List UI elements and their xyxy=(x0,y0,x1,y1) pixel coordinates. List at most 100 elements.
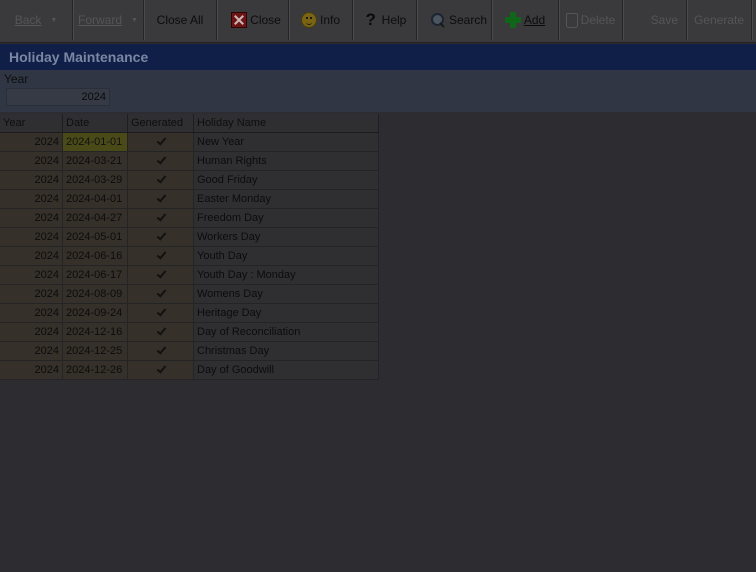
holiday-grid: Year Date Generated Holiday Name 2024 202… xyxy=(0,114,379,380)
holiday-name-cell[interactable]: Good Friday xyxy=(194,171,379,189)
help-button[interactable]: ? Help xyxy=(353,0,416,40)
year-cell[interactable]: 2024 xyxy=(0,133,63,151)
generated-cell[interactable] xyxy=(128,361,194,379)
date-cell[interactable]: 2024-04-01 xyxy=(63,190,128,208)
table-row[interactable]: 2024 2024-06-16 Youth Day xyxy=(0,247,379,266)
generated-cell[interactable] xyxy=(128,228,194,246)
column-header-holiday-name[interactable]: Holiday Name xyxy=(194,114,379,132)
generated-cell[interactable] xyxy=(128,342,194,360)
year-cell[interactable]: 2024 xyxy=(0,361,63,379)
date-cell[interactable]: 2024-03-21 xyxy=(63,152,128,170)
forward-button[interactable]: Forward ▼ xyxy=(73,0,143,40)
table-row[interactable]: 2024 2024-12-16 Day of Reconciliation xyxy=(0,323,379,342)
date-cell[interactable]: 2024-12-26 xyxy=(63,361,128,379)
generated-cell[interactable] xyxy=(128,133,194,151)
table-row[interactable]: 2024 2024-12-25 Christmas Day xyxy=(0,342,379,361)
date-cell[interactable]: 2024-12-25 xyxy=(63,342,128,360)
table-row[interactable]: 2024 2024-03-29 Good Friday xyxy=(0,171,379,190)
holiday-name-cell[interactable]: New Year xyxy=(194,133,379,151)
generated-cell[interactable] xyxy=(128,171,194,189)
date-cell[interactable]: 2024-08-09 xyxy=(63,285,128,303)
save-button[interactable]: Save xyxy=(623,0,686,40)
column-header-date[interactable]: Date xyxy=(63,114,128,132)
generated-cell[interactable] xyxy=(128,285,194,303)
holiday-name-cell[interactable]: Day of Goodwill xyxy=(194,361,379,379)
checkmark-icon[interactable] xyxy=(156,212,166,222)
year-cell[interactable]: 2024 xyxy=(0,228,63,246)
generated-cell[interactable] xyxy=(128,323,194,341)
holiday-name-cell[interactable]: Youth Day : Monday xyxy=(194,266,379,284)
checkmark-icon[interactable] xyxy=(156,269,166,279)
checkmark-icon[interactable] xyxy=(156,364,166,374)
checkmark-icon[interactable] xyxy=(156,250,166,260)
generated-cell[interactable] xyxy=(128,266,194,284)
checkmark-icon[interactable] xyxy=(156,193,166,203)
date-cell[interactable]: 2024-06-17 xyxy=(63,266,128,284)
date-cell[interactable]: 2024-01-01 xyxy=(63,133,128,151)
checkmark-icon[interactable] xyxy=(156,288,166,298)
info-button[interactable]: Info xyxy=(289,0,352,40)
holiday-name-cell[interactable]: Human Rights xyxy=(194,152,379,170)
year-cell[interactable]: 2024 xyxy=(0,342,63,360)
generated-cell[interactable] xyxy=(128,190,194,208)
year-cell[interactable]: 2024 xyxy=(0,266,63,284)
generate-button[interactable]: Generate xyxy=(687,0,751,40)
checkmark-icon[interactable] xyxy=(156,155,166,165)
date-cell[interactable]: 2024-06-16 xyxy=(63,247,128,265)
date-cell[interactable]: 2024-12-16 xyxy=(63,323,128,341)
close-button[interactable]: Close xyxy=(224,0,288,40)
year-cell[interactable]: 2024 xyxy=(0,152,63,170)
checkmark-icon[interactable] xyxy=(156,307,166,317)
checkmark-icon[interactable] xyxy=(156,345,166,355)
holiday-name-cell[interactable]: Womens Day xyxy=(194,285,379,303)
holiday-name-cell[interactable]: Workers Day xyxy=(194,228,379,246)
add-icon xyxy=(504,12,521,28)
checkmark-icon[interactable] xyxy=(156,231,166,241)
generated-cell[interactable] xyxy=(128,304,194,322)
holiday-name-cell[interactable]: Youth Day xyxy=(194,247,379,265)
table-row[interactable]: 2024 2024-08-09 Womens Day xyxy=(0,285,379,304)
forward-dropdown-icon[interactable]: ▼ xyxy=(131,17,138,24)
search-button[interactable]: Search xyxy=(426,0,491,40)
year-cell[interactable]: 2024 xyxy=(0,209,63,227)
holiday-name-cell[interactable]: Freedom Day xyxy=(194,209,379,227)
table-row[interactable]: 2024 2024-09-24 Heritage Day xyxy=(0,304,379,323)
info-icon xyxy=(300,12,317,28)
column-header-generated[interactable]: Generated xyxy=(128,114,194,132)
generated-cell[interactable] xyxy=(128,247,194,265)
year-cell[interactable]: 2024 xyxy=(0,171,63,189)
table-row[interactable]: 2024 2024-06-17 Youth Day : Monday xyxy=(0,266,379,285)
close-icon xyxy=(231,12,248,28)
back-button[interactable]: Back ▼ xyxy=(0,0,72,40)
table-row[interactable]: 2024 2024-04-27 Freedom Day xyxy=(0,209,379,228)
year-cell[interactable]: 2024 xyxy=(0,304,63,322)
checkmark-icon[interactable] xyxy=(156,326,166,336)
table-row[interactable]: 2024 2024-04-01 Easter Monday xyxy=(0,190,379,209)
year-cell[interactable]: 2024 xyxy=(0,247,63,265)
checkmark-icon[interactable] xyxy=(156,136,166,146)
holiday-name-cell[interactable]: Day of Reconciliation xyxy=(194,323,379,341)
holiday-name-cell[interactable]: Easter Monday xyxy=(194,190,379,208)
year-cell[interactable]: 2024 xyxy=(0,285,63,303)
column-header-year[interactable]: Year xyxy=(0,114,63,132)
close-all-button[interactable]: Close All xyxy=(144,0,216,40)
table-row[interactable]: 2024 2024-03-21 Human Rights xyxy=(0,152,379,171)
date-cell[interactable]: 2024-04-27 xyxy=(63,209,128,227)
year-filter-input[interactable]: 2024 xyxy=(6,88,110,106)
date-cell[interactable]: 2024-05-01 xyxy=(63,228,128,246)
delete-button[interactable]: Delete xyxy=(559,0,622,40)
holiday-name-cell[interactable]: Heritage Day xyxy=(194,304,379,322)
table-row[interactable]: 2024 2024-05-01 Workers Day xyxy=(0,228,379,247)
checkmark-icon[interactable] xyxy=(156,174,166,184)
year-cell[interactable]: 2024 xyxy=(0,323,63,341)
table-row[interactable]: 2024 2024-12-26 Day of Goodwill xyxy=(0,361,379,380)
back-dropdown-icon[interactable]: ▼ xyxy=(50,17,57,24)
date-cell[interactable]: 2024-03-29 xyxy=(63,171,128,189)
year-cell[interactable]: 2024 xyxy=(0,190,63,208)
add-button[interactable]: Add xyxy=(492,0,558,40)
generated-cell[interactable] xyxy=(128,152,194,170)
date-cell[interactable]: 2024-09-24 xyxy=(63,304,128,322)
generated-cell[interactable] xyxy=(128,209,194,227)
holiday-name-cell[interactable]: Christmas Day xyxy=(194,342,379,360)
table-row[interactable]: 2024 2024-01-01 New Year xyxy=(0,133,379,152)
